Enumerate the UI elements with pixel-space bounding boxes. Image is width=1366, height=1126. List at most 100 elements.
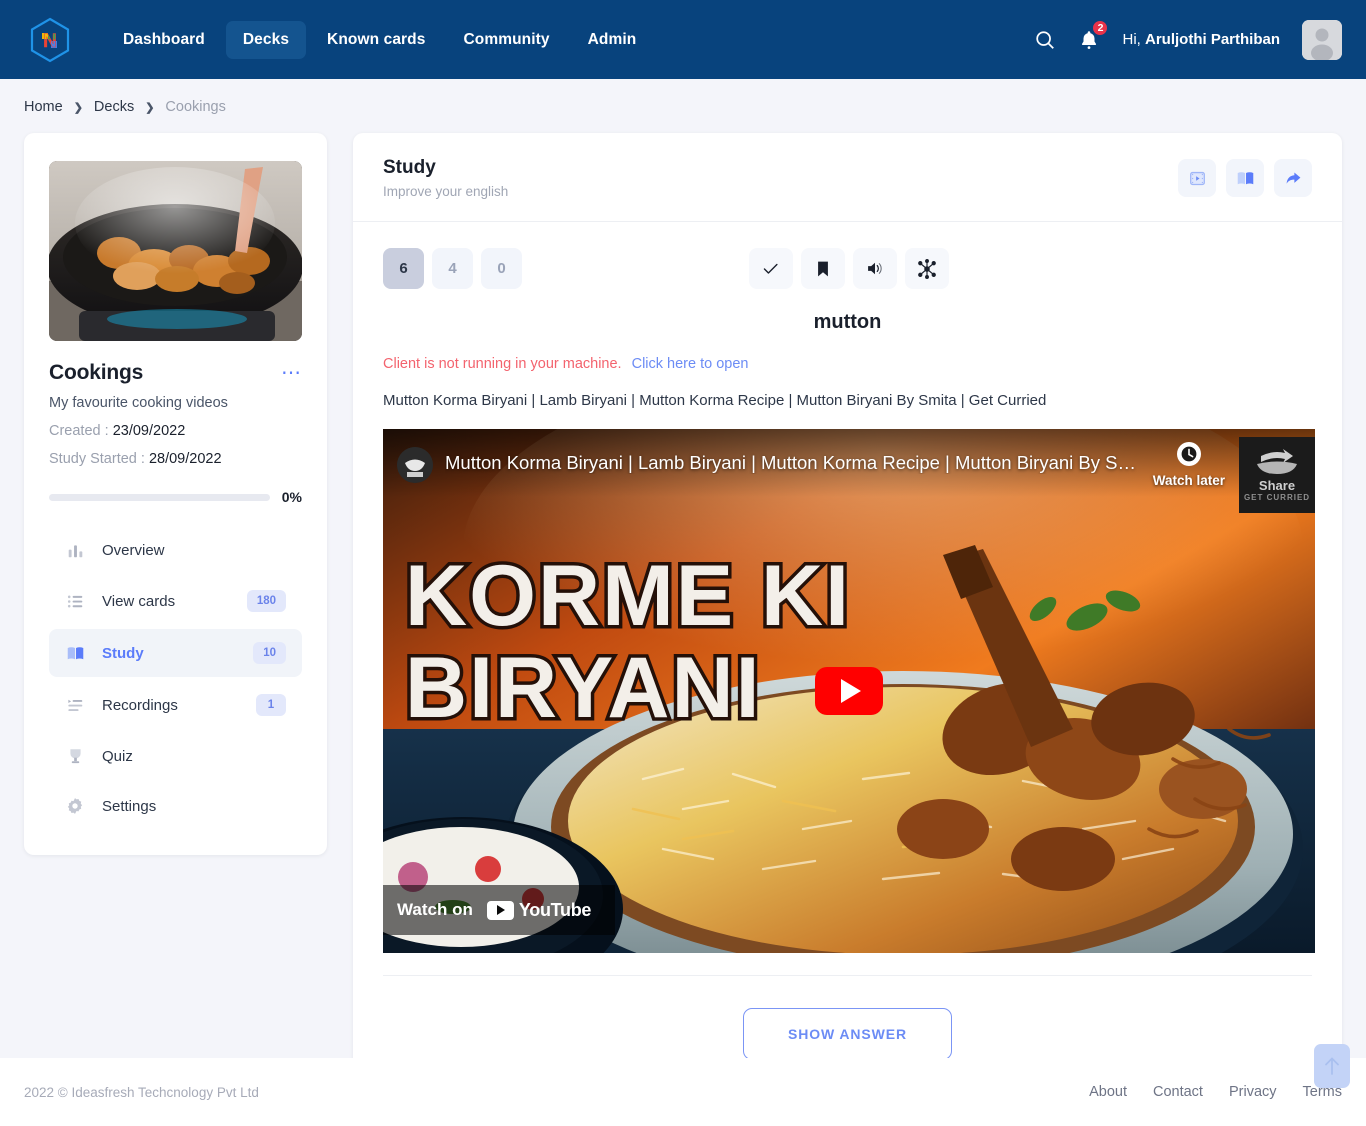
notifications-bell-icon[interactable]: 2 <box>1078 18 1110 52</box>
play-triangle-icon <box>841 679 861 703</box>
recordings-icon <box>65 695 85 715</box>
share-overlay-button[interactable]: Share GET CURRIED <box>1239 437 1315 513</box>
sidebar-item-label: Quiz <box>102 747 133 765</box>
deck-sidebar-card: Cookings ⋯ My favourite cooking videos C… <box>24 133 327 855</box>
trophy-icon <box>65 746 85 766</box>
sidebar-item-label: Study <box>102 644 144 662</box>
deck-title-row: Cookings ⋯ <box>49 361 302 385</box>
youtube-wordmark: YouTube <box>518 899 592 920</box>
watch-on-label: Watch on <box>397 900 473 919</box>
sidebar-item-badge: 1 <box>256 694 286 716</box>
show-answer-button[interactable]: SHOW ANSWER <box>742 1008 953 1060</box>
footer-link-privacy[interactable]: Privacy <box>1229 1084 1277 1100</box>
deck-created-value: 23/09/2022 <box>112 423 186 439</box>
breadcrumb-home[interactable]: Home <box>24 99 63 115</box>
user-name: Aruljothi Parthiban <box>1145 31 1280 48</box>
study-header-actions <box>1178 159 1312 197</box>
app-logo[interactable]: N N N <box>24 14 76 66</box>
channel-avatar[interactable] <box>397 447 433 483</box>
nav-link-known-cards[interactable]: Known cards <box>310 21 442 59</box>
breadcrumb-decks[interactable]: Decks <box>94 99 134 115</box>
progress-percent: 0% <box>281 489 302 505</box>
bookmark-button[interactable] <box>800 248 845 289</box>
video-mode-button[interactable] <box>1178 159 1216 197</box>
youtube-video-embed[interactable]: KORME KI BIRYANI Mutton Korma Biryani | … <box>383 429 1315 953</box>
svg-text:BIRYANI: BIRYANI <box>405 640 762 736</box>
nav-link-admin[interactable]: Admin <box>571 21 654 59</box>
top-navbar: N N N Dashboard Decks Known cards Commun… <box>0 0 1366 79</box>
share-button[interactable] <box>1274 159 1312 197</box>
youtube-logo: YouTube <box>486 899 592 921</box>
counter-new[interactable]: 6 <box>383 248 424 289</box>
video-caption: Mutton Korma Biryani | Lamb Biryani | Mu… <box>383 392 1047 409</box>
study-header: Study Improve your english <box>353 133 1342 222</box>
counter-review[interactable]: 0 <box>481 248 522 289</box>
page-body: Cookings ⋯ My favourite cooking videos C… <box>0 133 1366 1096</box>
deck-study-started-label: Study Started : <box>49 451 145 467</box>
watch-later-button[interactable]: Watch later <box>1153 441 1225 488</box>
sidebar-item-label: Settings <box>102 797 157 815</box>
sidebar-item-overview[interactable]: Overview <box>49 527 302 573</box>
sidebar-item-view-cards[interactable]: View cards 180 <box>49 577 302 625</box>
sidebar-item-study[interactable]: Study 10 <box>49 629 302 677</box>
deck-description: My favourite cooking videos <box>49 395 228 411</box>
youtube-video-title[interactable]: Mutton Korma Biryani | Lamb Biryani | Mu… <box>445 447 1145 474</box>
nav-link-dashboard[interactable]: Dashboard <box>106 21 222 59</box>
footer-link-contact[interactable]: Contact <box>1153 1084 1203 1100</box>
sidebar-item-label: Recordings <box>102 696 178 714</box>
connections-button[interactable] <box>904 248 949 289</box>
list-icon <box>65 591 85 611</box>
search-icon[interactable] <box>1034 29 1056 51</box>
svg-text:KORME KI: KORME KI <box>405 548 851 644</box>
nav-link-decks[interactable]: Decks <box>225 20 307 59</box>
study-word: mutton <box>813 311 882 333</box>
sidebar-item-badge: 180 <box>246 590 286 612</box>
book-icon <box>65 643 85 663</box>
sidebar-item-quiz[interactable]: Quiz <box>49 733 302 779</box>
user-greeting: Hi, Aruljothi Parthiban <box>1122 31 1280 48</box>
sidebar-item-badge: 10 <box>253 642 286 664</box>
watch-on-youtube-button[interactable]: Watch on YouTube <box>383 885 616 935</box>
footer-link-about[interactable]: About <box>1089 1084 1127 1100</box>
deck-study-started: Study Started : 28/09/2022 <box>49 451 302 467</box>
play-button[interactable] <box>815 667 883 715</box>
channel-watermark: GET CURRIED <box>1243 493 1311 502</box>
avatar[interactable] <box>1302 19 1342 60</box>
counter-action-row: 6 4 0 <box>383 248 1312 289</box>
counter-learning[interactable]: 4 <box>432 248 473 289</box>
deck-created-label: Created : <box>49 423 109 439</box>
svg-text:N: N <box>43 31 57 52</box>
client-warning: Client is not running in your machine. C… <box>383 356 1312 372</box>
client-open-link[interactable]: Click here to open <box>632 356 749 372</box>
deck-thumbnail <box>49 161 302 341</box>
nav-link-community[interactable]: Community <box>446 21 566 59</box>
page-footer: 2022 © Ideasfresh Techcnology Pvt Ltd Ab… <box>0 1058 1366 1126</box>
study-header-text: Study Improve your english <box>383 157 508 199</box>
bar-chart-icon <box>65 540 85 560</box>
mark-known-button[interactable] <box>748 248 793 289</box>
breadcrumb: Home ❯ Decks ❯ Cookings <box>0 79 1366 133</box>
page-title: Study <box>383 157 436 178</box>
gear-icon <box>65 796 85 816</box>
progress-track <box>49 493 270 501</box>
deck-options-menu-icon[interactable]: ⋯ <box>281 363 302 383</box>
deck-study-started-value: 28/09/2022 <box>148 451 222 467</box>
nav-links: Dashboard Decks Known cards Community Ad… <box>106 20 654 59</box>
study-panel: Study Improve your english 6 4 0 mutton … <box>353 133 1342 1096</box>
page-subtitle: Improve your english <box>383 184 509 199</box>
sidebar-item-label: Overview <box>102 541 165 559</box>
scroll-to-top-button[interactable] <box>1314 1044 1350 1088</box>
deck-menu: Overview View cards 180 Study 10 Recordi… <box>49 527 302 829</box>
copyright-text: 2022 © Ideasfresh Techcnology Pvt Ltd <box>24 1084 259 1100</box>
sidebar-item-label: View cards <box>102 592 176 610</box>
share-overlay-label: Share <box>1258 478 1296 493</box>
study-counters: 6 4 0 <box>383 248 522 289</box>
deck-title: Cookings <box>49 361 144 384</box>
card-action-buttons <box>748 248 949 289</box>
sidebar-item-recordings[interactable]: Recordings 1 <box>49 681 302 729</box>
speak-button[interactable] <box>852 248 897 289</box>
client-warning-text: Client is not running in your machine. <box>383 356 622 372</box>
deck-created: Created : 23/09/2022 <box>49 423 302 439</box>
book-mode-button[interactable] <box>1226 159 1264 197</box>
sidebar-item-settings[interactable]: Settings <box>49 783 302 829</box>
